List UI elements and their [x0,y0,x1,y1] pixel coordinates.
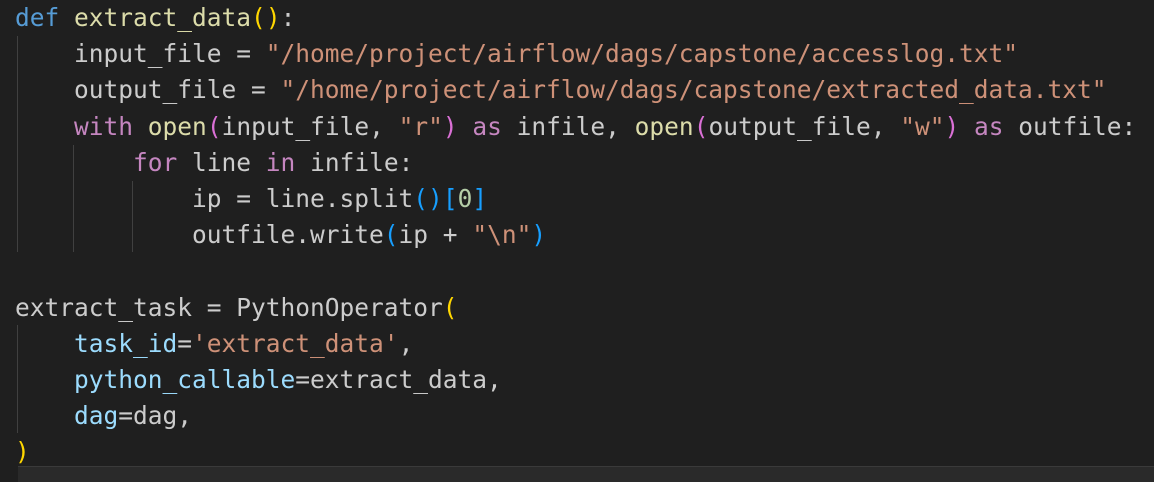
alias-outfile: outfile: [1003,111,1137,141]
keyword-as: as [472,111,502,141]
open-paren: ( [251,3,266,32]
string-read-mode: "r" [398,111,443,141]
param-dag: dag [74,401,119,431]
assignment: = [236,75,281,105]
code-line-6: ip = line.split()[0] [15,181,1154,217]
code-line-10: task_id='extract_data', [15,326,1154,362]
code-line-12: dag=dag, [15,398,1154,434]
argument: output_file, [708,111,901,141]
loop-variable: line [177,147,266,177]
comma: , [398,328,414,358]
string-write-mode: "w" [900,111,945,141]
open-paren: ( [413,183,429,213]
dag-value: =dag, [118,401,193,431]
string-output-path: "/home/project/airflow/dags/capstone/ext… [280,75,1107,105]
argument: input_file, [221,111,399,141]
colon: : [280,3,296,32]
code-content[interactable]: def extract_data(): input_file = "/home/… [15,0,1154,470]
code-line-1: def extract_data(): [15,0,1154,36]
keyword-as: as [974,111,1004,141]
close-paren: ) [944,111,960,141]
keyword-for: for [133,147,178,177]
operator-assignment: extract_task = PythonOperator [15,292,443,322]
horizontal-scrollbar[interactable] [18,466,1154,482]
alias-infile: infile, [501,111,635,141]
code-line-5: for line in infile: [15,145,1154,181]
callable-value: =extract_data, [295,364,502,394]
close-paren: ) [531,220,547,250]
open-paren: ( [693,111,709,141]
variable-output-file: output_file [74,75,237,105]
string-task-id: 'extract_data' [192,328,399,358]
string-newline: "\n" [472,220,532,250]
keyword-with: with [74,111,134,141]
open-paren: ( [206,111,222,141]
assignment: = [221,39,266,69]
keyword-def: def [15,3,60,32]
close-bracket: ] [472,183,488,213]
function-open: open [634,111,694,141]
code-line-4: with open(input_file, "r") as infile, op… [15,109,1154,145]
code-line-7: outfile.write(ip + "\n") [15,217,1154,253]
write-call: outfile.write [192,220,384,250]
close-paren: ) [265,3,281,32]
open-paren: ( [442,292,458,322]
open-bracket: [ [442,183,458,213]
code-line-9: extract_task = PythonOperator( [15,290,1154,326]
variable-input-file: input_file [74,39,222,69]
function-open: open [147,111,207,141]
close-paren: ) [442,111,458,141]
close-paren: ) [428,183,443,213]
code-line-3: output_file = "/home/project/airflow/dag… [15,72,1154,108]
code-editor[interactable]: def extract_data(): input_file = "/home/… [0,0,1154,482]
param-python-callable: python_callable [74,364,296,394]
code-line-11: python_callable=extract_data, [15,362,1154,398]
param-task-id: task_id [74,328,178,358]
string-input-path: "/home/project/airflow/dags/capstone/acc… [265,39,1019,69]
loop-iterable: infile: [295,147,414,177]
split-call: ip = line.split [192,183,414,213]
number-index: 0 [457,183,473,213]
function-name: extract_data [74,3,252,32]
open-paren: ( [383,220,399,250]
keyword-in: in [265,147,296,177]
expression: ip + [398,220,473,250]
equals: = [177,328,193,358]
code-line-13: ) [15,434,1154,470]
close-paren: ) [15,437,30,467]
code-line-2: input_file = "/home/project/airflow/dags… [15,36,1154,72]
